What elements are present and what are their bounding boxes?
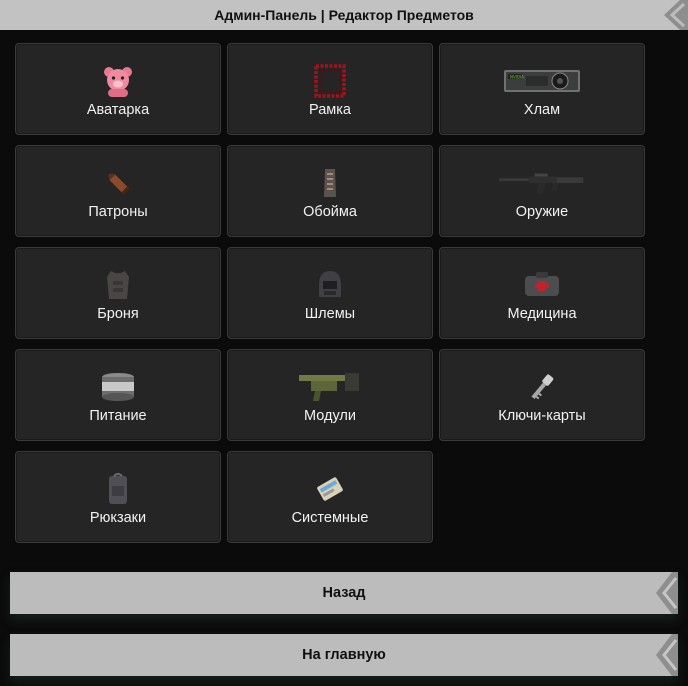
category-label: Модули: [304, 408, 356, 424]
corner-chevron-icon: [648, 634, 678, 676]
pink-bear-icon: [73, 64, 163, 98]
category-label: Рюкзаки: [89, 510, 147, 526]
corner-chevron-icon: [648, 572, 678, 614]
bullet-icon: [73, 166, 163, 200]
category-tile-avatar[interactable]: Аватарка: [15, 43, 221, 135]
category-tile-modules[interactable]: Модули: [227, 349, 433, 441]
title-bar: Админ-Панель | Редактор Предметов: [0, 0, 688, 30]
category-tile-system[interactable]: Системные: [227, 451, 433, 543]
medkit-icon: [497, 268, 587, 302]
category-label: Медицина: [507, 306, 577, 322]
category-grid: Аватарка Рамка NVIDIA Хлам Патроны Обойм…: [15, 43, 647, 543]
helmet-icon: [285, 268, 375, 302]
system-item-icon: [285, 472, 375, 506]
category-label: Обойма: [303, 204, 357, 220]
home-button[interactable]: На главную: [10, 634, 678, 676]
category-label: Броня: [97, 306, 139, 322]
svg-text:NVIDIA: NVIDIA: [510, 75, 524, 80]
category-tile-helmets[interactable]: Шлемы: [227, 247, 433, 339]
food-can-icon: [73, 370, 163, 404]
category-label: Хлам: [523, 102, 561, 118]
category-tile-armor[interactable]: Броня: [15, 247, 221, 339]
red-frame-icon: [285, 64, 375, 98]
category-tile-food[interactable]: Питание: [15, 349, 221, 441]
weapon-module-icon: [285, 370, 375, 404]
magazine-icon: [285, 166, 375, 200]
category-label: Оружие: [515, 204, 569, 220]
corner-chevron-icon: [650, 0, 688, 30]
backpack-icon: [73, 472, 163, 506]
category-label: Аватарка: [86, 102, 150, 118]
body-armor-icon: [73, 268, 163, 302]
category-label: Рамка: [309, 102, 351, 118]
page-title: Админ-Панель | Редактор Предметов: [214, 7, 474, 23]
category-label: Патроны: [88, 204, 148, 220]
graphics-card-icon: NVIDIA: [497, 64, 587, 98]
category-label: Шлемы: [304, 306, 356, 322]
category-tile-ammo[interactable]: Патроны: [15, 145, 221, 237]
category-tile-junk[interactable]: NVIDIA Хлам: [439, 43, 645, 135]
category-label: Системные: [291, 510, 369, 526]
category-tile-backpacks[interactable]: Рюкзаки: [15, 451, 221, 543]
category-tile-magazine[interactable]: Обойма: [227, 145, 433, 237]
category-tile-keycards[interactable]: Ключи-карты: [439, 349, 645, 441]
home-button-label: На главную: [302, 647, 386, 663]
back-button[interactable]: Назад: [10, 572, 678, 614]
category-label: Ключи-карты: [498, 408, 586, 424]
category-tile-weapons[interactable]: Оружие: [439, 145, 645, 237]
rifle-icon: [497, 166, 587, 200]
category-tile-frame[interactable]: Рамка: [227, 43, 433, 135]
back-button-label: Назад: [322, 585, 366, 601]
keycard-icon: [497, 370, 587, 404]
category-label: Питание: [89, 408, 147, 424]
category-tile-medicine[interactable]: Медицина: [439, 247, 645, 339]
